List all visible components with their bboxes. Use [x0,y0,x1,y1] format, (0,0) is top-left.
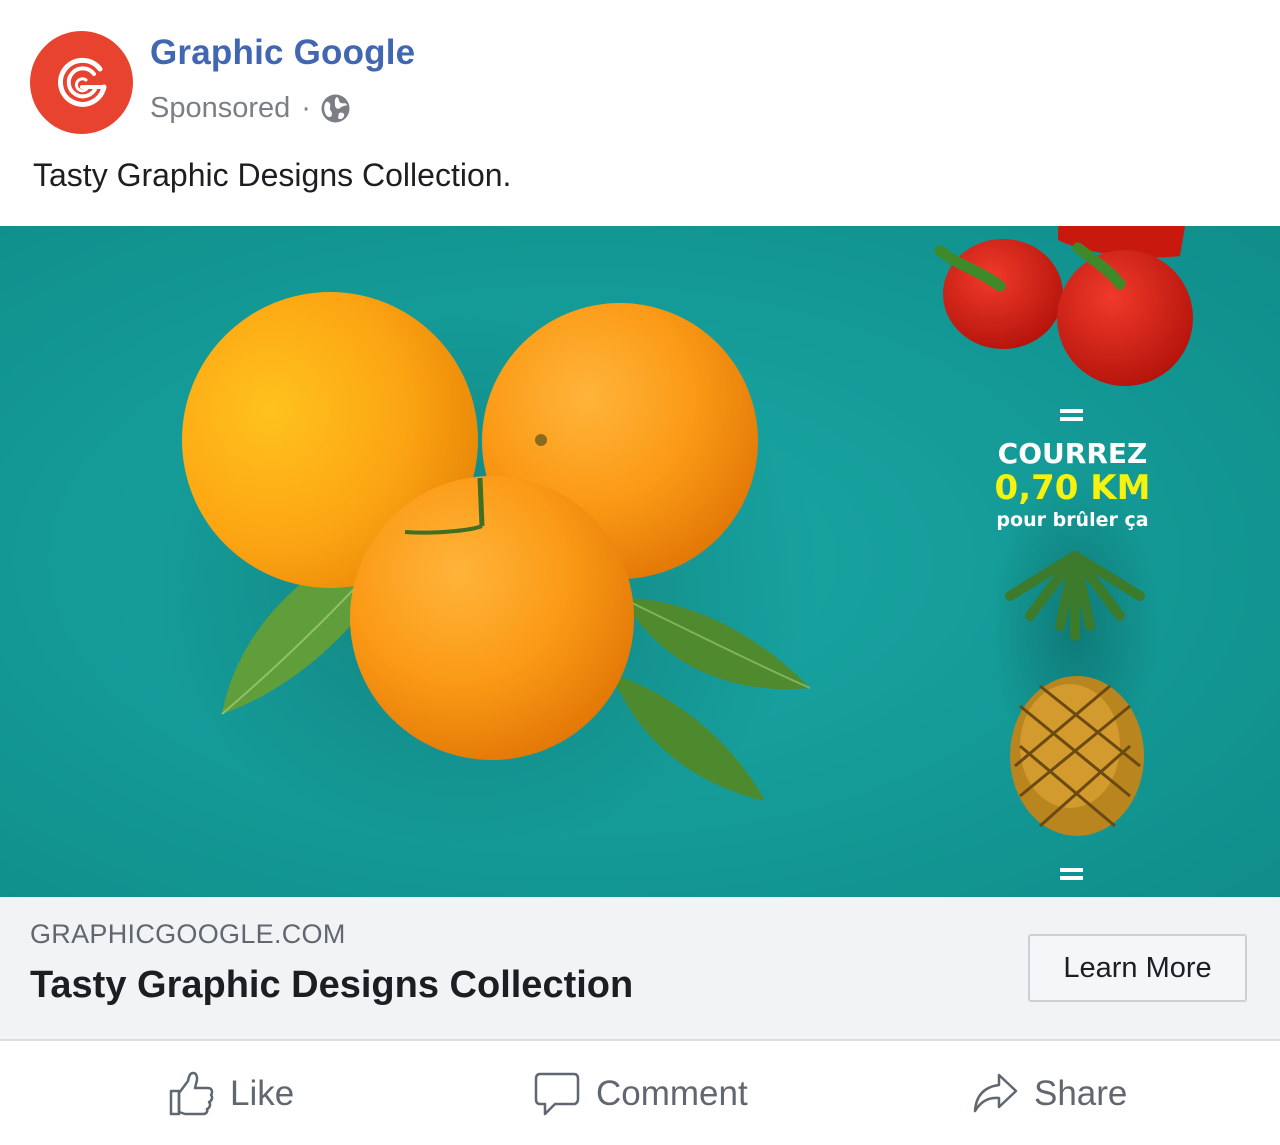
ad-headline-line: COURREZ [997,437,1148,470]
globe-icon[interactable] [320,93,351,124]
ad-image[interactable]: COURREZ 0,70 KM pour brûler ça [0,226,1280,897]
equals-sign-top [1060,409,1083,425]
meta-separator: · [301,91,311,124]
post-text: Tasty Graphic Designs Collection. [33,157,512,193]
share-icon [973,1073,1018,1113]
post-actions: Like Comment Share [0,1043,1280,1145]
link-domain: GRAPHICGOOGLE.COM [30,919,346,949]
learn-more-button[interactable]: Learn More [1028,934,1247,1002]
thumbs-up-icon [169,1071,214,1116]
fruit-illustration [0,226,1280,897]
like-button[interactable]: Like [168,1043,294,1145]
equals-sign-bottom [1060,868,1083,884]
link-headline[interactable]: Tasty Graphic Designs Collection [30,964,633,1007]
post-meta: Sponsored · [150,88,351,128]
graphic-google-logo-icon [58,57,107,107]
sponsored-label[interactable]: Sponsored [150,92,290,125]
comment-button[interactable]: Comment [534,1043,748,1145]
ad-distance-value: 0,70 KM [994,468,1151,508]
like-label: Like [230,1074,295,1113]
page-name-link[interactable]: Graphic Google [150,33,415,73]
avatar[interactable] [30,31,133,134]
ad-caption: pour brûler ça [996,509,1149,531]
comment-label: Comment [596,1074,748,1113]
share-button[interactable]: Share [972,1043,1127,1145]
share-label: Share [1034,1074,1128,1113]
comment-icon [534,1072,580,1116]
post-header: Graphic Google Sponsored · Tasty Graphic… [0,0,1280,226]
link-preview[interactable]: GRAPHICGOOGLE.COM Tasty Graphic Designs … [0,897,1280,1041]
